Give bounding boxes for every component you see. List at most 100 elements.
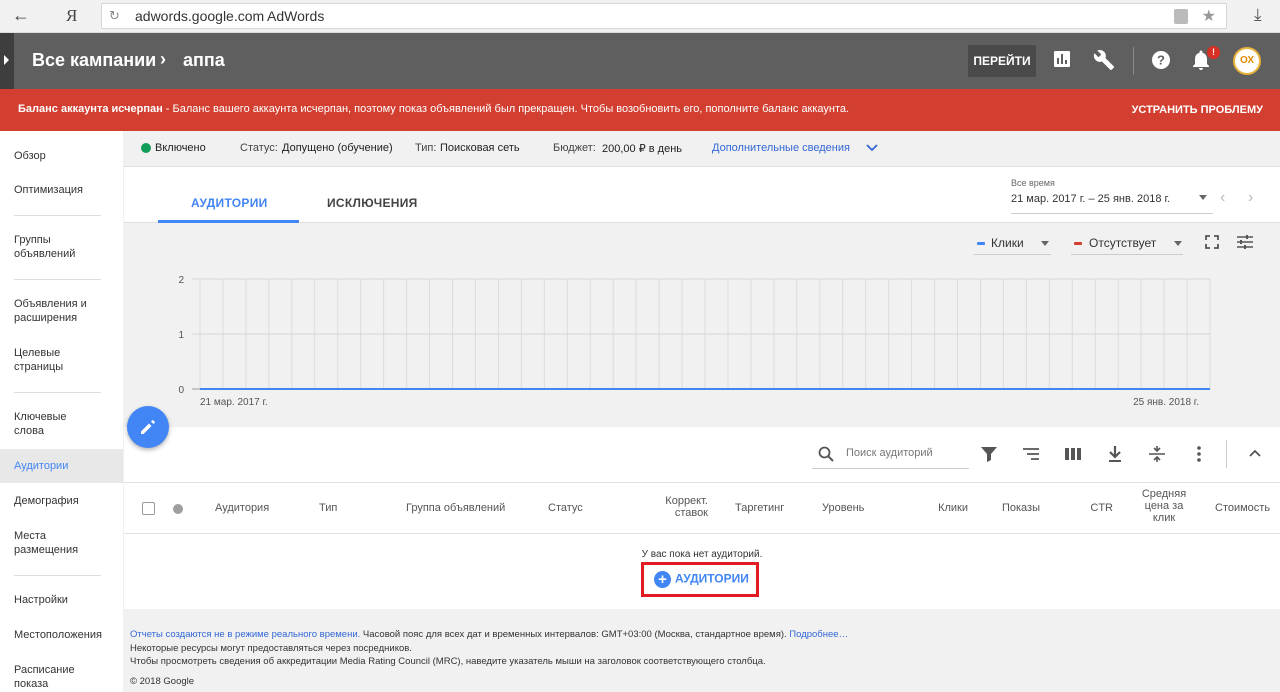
status-label: Статус: bbox=[240, 142, 278, 154]
previous-period-icon[interactable]: ‹ bbox=[1220, 189, 1225, 207]
col-cost[interactable]: Стоимость bbox=[1215, 502, 1270, 514]
notification-badge: ! bbox=[1207, 46, 1220, 59]
nav-divider bbox=[14, 575, 101, 576]
date-range-underline bbox=[1011, 213, 1213, 214]
tools-wrench-icon[interactable] bbox=[1093, 49, 1117, 73]
search-audiences-input[interactable] bbox=[846, 447, 966, 459]
nav-landing-pages[interactable]: Целевые страницы bbox=[14, 346, 84, 374]
budget-label: Бюджет: bbox=[553, 142, 596, 154]
breadcrumb-all-campaigns[interactable]: Все кампании bbox=[32, 50, 156, 71]
nav-ads-extensions[interactable]: Объявления и расширения bbox=[14, 297, 104, 325]
col-level[interactable]: Уровень bbox=[822, 502, 864, 514]
nav-ad-groups[interactable]: Группы объявлений bbox=[14, 233, 94, 261]
nav-optimization[interactable]: Оптимизация bbox=[14, 183, 83, 197]
footer-line-2: Некоторые ресурсы могут предоставляться … bbox=[130, 642, 412, 654]
tab-exclusions[interactable]: ИСКЛЮЧЕНИЯ bbox=[327, 196, 418, 210]
expand-arrow-icon bbox=[4, 55, 9, 65]
col-audience[interactable]: Аудитория bbox=[215, 502, 269, 514]
nav-placements[interactable]: Места размещения bbox=[14, 529, 94, 557]
campaign-name[interactable]: аппа bbox=[183, 50, 225, 71]
more-options-icon[interactable] bbox=[1190, 445, 1210, 465]
edit-fab-button[interactable] bbox=[127, 406, 169, 448]
campaign-state[interactable]: Включено bbox=[155, 142, 206, 154]
table-header: Аудитория Тип Группа объявлений Статус К… bbox=[124, 483, 1280, 534]
date-range-label: Все время bbox=[1011, 178, 1055, 188]
lock-icon[interactable] bbox=[1174, 9, 1188, 24]
realtime-link[interactable]: Отчеты создаются не в режиме реального в… bbox=[130, 629, 360, 640]
page-title-in-url: AdWords bbox=[267, 8, 325, 24]
y-tick-label: 0 bbox=[178, 385, 184, 396]
chevron-down-icon[interactable] bbox=[866, 143, 878, 153]
y-tick-label: 1 bbox=[178, 330, 184, 341]
nav-divider bbox=[14, 279, 101, 280]
alert-message: Баланс аккаунта исчерпан - Баланс вашего… bbox=[18, 103, 849, 115]
expand-rows-icon[interactable] bbox=[1148, 445, 1168, 465]
empty-table-message: У вас пока нет аудиторий. bbox=[641, 549, 763, 560]
type-label: Тип: bbox=[415, 142, 437, 154]
account-balance-alert: Баланс аккаунта исчерпан - Баланс вашего… bbox=[0, 89, 1280, 131]
col-ctr[interactable]: CTR bbox=[1073, 502, 1113, 514]
add-audiences-button[interactable]: + АУДИТОРИИ bbox=[654, 571, 749, 591]
select-all-checkbox[interactable] bbox=[142, 502, 155, 515]
tab-audiences[interactable]: АУДИТОРИИ bbox=[191, 196, 268, 210]
page-footer: Отчеты создаются не в режиме реального в… bbox=[130, 628, 848, 688]
browser-toolbar: ← Я ↻ adwords.google.com AdWords ★ ⤓ bbox=[0, 0, 1280, 33]
date-range-selector[interactable]: 21 мар. 2017 г. – 25 янв. 2018 г. bbox=[1011, 193, 1170, 205]
campaign-status-bar: Включено Статус: Допущено (обучение) Тип… bbox=[123, 131, 1280, 167]
expand-panel-handle[interactable] bbox=[0, 33, 14, 89]
browser-logo[interactable]: Я bbox=[66, 6, 77, 26]
left-navigation: Обзор Оптимизация Группы объявлений Объя… bbox=[0, 131, 123, 692]
filter-icon[interactable] bbox=[980, 445, 1000, 465]
nav-locations[interactable]: Местоположения bbox=[14, 628, 102, 642]
address-bar[interactable]: ↻ adwords.google.com AdWords ★ bbox=[101, 3, 1227, 29]
toolbar-divider bbox=[1226, 440, 1227, 468]
nav-ad-schedule[interactable]: Расписание показа bbox=[14, 663, 94, 691]
more-info-link[interactable]: Подробнее… bbox=[789, 629, 848, 640]
main-content: Включено Статус: Допущено (обучение) Тип… bbox=[123, 131, 1280, 692]
help-icon[interactable]: ? bbox=[1150, 49, 1174, 73]
url-host: adwords.google.com bbox=[135, 8, 265, 24]
timezone-text: Часовой пояс для всех дат и временных ин… bbox=[360, 629, 787, 640]
more-details-link[interactable]: Дополнительные сведения bbox=[712, 142, 850, 154]
download-report-icon[interactable] bbox=[1106, 445, 1126, 465]
col-clicks[interactable]: Клики bbox=[924, 502, 968, 514]
back-arrow-icon[interactable]: ← bbox=[12, 5, 30, 26]
go-button[interactable]: ПЕРЕЙТИ bbox=[968, 45, 1036, 77]
footer-line-1: Отчеты создаются не в режиме реального в… bbox=[130, 628, 848, 642]
nav-demographics[interactable]: Демография bbox=[14, 494, 79, 508]
col-status[interactable]: Статус bbox=[548, 502, 583, 514]
reports-icon[interactable] bbox=[1052, 49, 1076, 73]
date-range-dropdown-icon[interactable] bbox=[1199, 195, 1207, 200]
y-tick-label: 2 bbox=[178, 275, 184, 286]
refresh-icon[interactable]: ↻ bbox=[109, 8, 120, 24]
breadcrumb-separator-icon: › bbox=[160, 49, 166, 69]
x-tick-label-start: 21 мар. 2017 г. bbox=[200, 397, 268, 408]
col-impressions[interactable]: Показы bbox=[990, 502, 1040, 514]
search-icon[interactable] bbox=[818, 446, 834, 462]
add-audiences-label: АУДИТОРИИ bbox=[675, 571, 749, 586]
bookmark-star-icon[interactable]: ★ bbox=[1202, 6, 1216, 26]
col-ad-group[interactable]: Группа объявлений bbox=[406, 502, 505, 514]
nav-settings[interactable]: Настройки bbox=[14, 593, 68, 607]
nav-keywords[interactable]: Ключевые слова bbox=[14, 410, 84, 438]
alert-title: Баланс аккаунта исчерпан bbox=[18, 103, 163, 115]
nav-audiences[interactable]: Аудитории bbox=[14, 459, 68, 473]
col-type[interactable]: Тип bbox=[319, 502, 337, 514]
col-bid-adjustment[interactable]: Коррект. ставок bbox=[658, 495, 708, 519]
collapse-chevron-up-icon[interactable] bbox=[1246, 445, 1266, 465]
copyright: © 2018 Google bbox=[130, 675, 195, 687]
enabled-status-dot-icon bbox=[141, 143, 151, 153]
table-toolbar bbox=[124, 427, 1280, 483]
nav-overview[interactable]: Обзор bbox=[14, 149, 46, 163]
fix-problem-button[interactable]: УСТРАНИТЬ ПРОБЛЕМУ bbox=[1132, 104, 1263, 116]
columns-icon[interactable] bbox=[1064, 445, 1084, 465]
add-audiences-highlight: + АУДИТОРИИ bbox=[641, 562, 759, 597]
download-icon[interactable]: ⤓ bbox=[1254, 5, 1262, 25]
col-avg-cpc[interactable]: Средняя цена за клик bbox=[1134, 488, 1194, 524]
segment-icon[interactable] bbox=[1022, 445, 1042, 465]
account-avatar[interactable]: ОХ bbox=[1233, 47, 1261, 75]
next-period-icon[interactable]: › bbox=[1248, 189, 1253, 207]
chart-plot: 2 1 0 21 мар. 2017 г. 25 янв. 2018 г. bbox=[178, 275, 1211, 408]
col-targeting[interactable]: Таргетинг bbox=[735, 502, 784, 514]
nav-divider bbox=[14, 392, 101, 393]
